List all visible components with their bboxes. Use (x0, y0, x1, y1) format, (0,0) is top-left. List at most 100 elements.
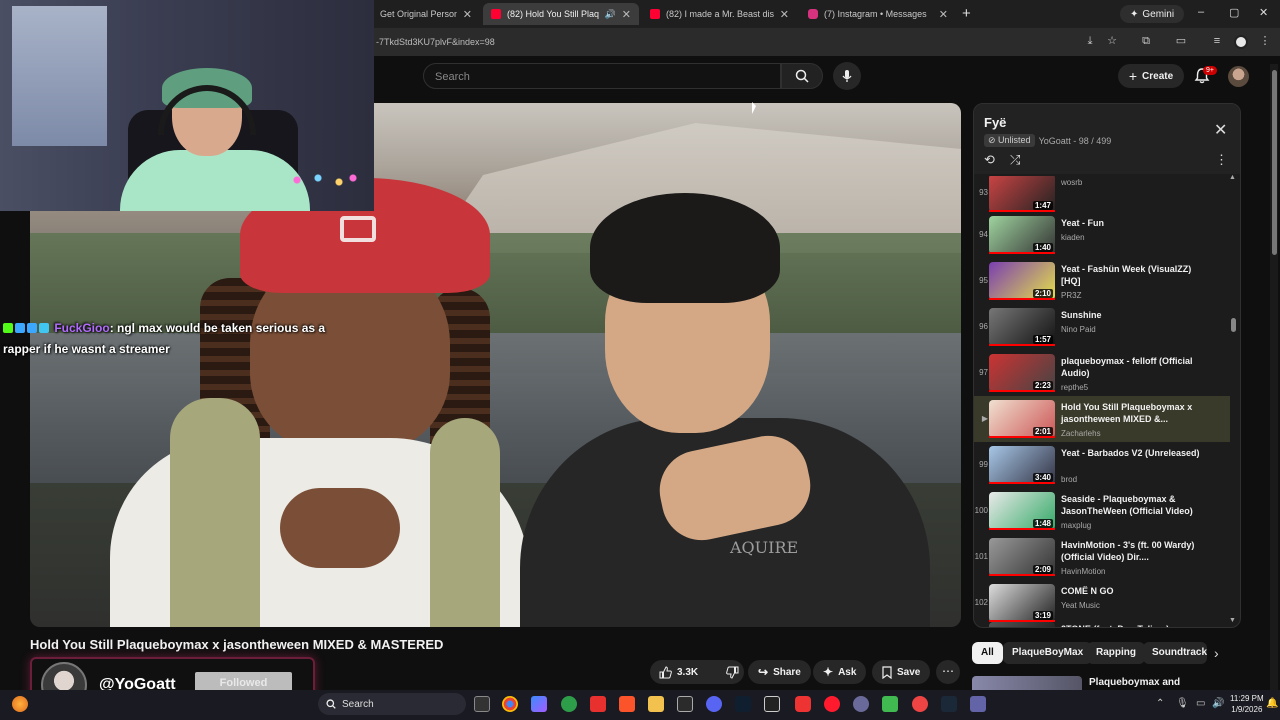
xbox-icon[interactable] (561, 696, 577, 712)
chevron-right-icon[interactable]: › (1214, 645, 1219, 661)
microphone-icon[interactable]: 🎙 (1176, 698, 1189, 709)
save-button[interactable]: Save (872, 660, 931, 684)
copilot-icon[interactable] (531, 696, 547, 712)
playlist-item[interactable]: ▶ 2:01 Hold You Still Plaqueboymax x jason… (974, 396, 1230, 442)
page-scrollbar-thumb[interactable] (1272, 70, 1277, 255)
discord-icon[interactable] (706, 696, 722, 712)
search-button[interactable] (781, 63, 823, 89)
tab-mr-beast-diss[interactable]: (82) I made a Mr. Beast diss tra ✕ (642, 3, 797, 25)
app-icon[interactable] (853, 696, 869, 712)
thumbs-down-icon (726, 666, 739, 679)
close-icon[interactable]: ✕ (780, 8, 789, 21)
app-icon[interactable] (735, 696, 751, 712)
playlist-item[interactable]: 99 3:40 Yeat - Barbados V2 (Unreleased) bro… (974, 442, 1230, 488)
more-actions-button[interactable]: ⋯ (936, 660, 960, 684)
close-window-button[interactable]: ✕ (1259, 6, 1268, 19)
network-icon[interactable]: ▭ (1196, 698, 1205, 709)
playlist-item-index: 101 (974, 552, 988, 561)
scroll-down-arrow-icon[interactable]: ▼ (1229, 617, 1236, 624)
more-vert-icon[interactable]: ⋮ (1215, 152, 1228, 168)
tab-instagram-messages[interactable]: (7) Instagram • Messages ✕ (800, 3, 956, 25)
playlist-item-thumbnail: 2:09 (989, 538, 1055, 576)
tab-hold-you-still[interactable]: (82) Hold You Still Plaqueb 🔊 ✕ (483, 3, 639, 25)
youtube-search-input[interactable]: Search (423, 63, 781, 89)
recommended-video[interactable]: Plaqueboymax and (972, 676, 1240, 690)
chip-soundtracks[interactable]: Soundtracks (1143, 642, 1207, 664)
minimize-button[interactable]: – (1198, 6, 1204, 18)
duration-badge: 3:40 (1032, 473, 1053, 482)
playlist-item[interactable]: 93 1:47 wosrb (974, 176, 1230, 216)
playlist-title[interactable]: Fyë (984, 115, 1006, 130)
speaker-icon[interactable]: 🔊 (605, 9, 616, 20)
playlist-item[interactable]: 97 2:23 plaqueboymax - felloff (Official A… (974, 350, 1230, 396)
task-view-icon[interactable] (474, 696, 490, 712)
app-icon[interactable] (677, 696, 693, 712)
new-tab-button[interactable]: + (962, 5, 971, 22)
sidebar-icon[interactable]: ▭ (1174, 34, 1188, 48)
streamer-webcam (0, 0, 374, 211)
taskbar-clock[interactable]: 11:29 PM 1/9/2026 (1230, 693, 1264, 715)
chevron-up-icon[interactable]: ⌃ (1156, 698, 1164, 709)
file-explorer-icon[interactable] (648, 696, 664, 712)
chip-plaqueboymax[interactable]: PlaqueBoyMax (1003, 642, 1093, 664)
chip-all[interactable]: All (972, 642, 1003, 664)
playlist-owner-progress[interactable]: YoGoatt - 98 / 499 (1039, 136, 1112, 146)
playlist-scrollbar-thumb[interactable] (1231, 318, 1236, 332)
volume-icon[interactable]: 🔊 (1212, 698, 1224, 709)
playlist-item-thumbnail: 1:57 (989, 308, 1055, 346)
shirt-logo: AQUIRE (730, 538, 799, 557)
watched-progress-bar (989, 298, 1055, 300)
address-bar-url[interactable]: -7TkdStd3KU7plvF&index=98 (376, 37, 495, 47)
app-icon[interactable] (590, 696, 606, 712)
playlist-item-channel: wosrb (1061, 178, 1083, 187)
chip-rapping[interactable]: Rapping (1087, 642, 1145, 664)
playlist-item[interactable]: 1032TONE (feat. Don Toliver) (974, 618, 1230, 627)
bookmark-star-icon[interactable]: ☆ (1105, 34, 1119, 48)
playlist-item[interactable]: 94 1:40 Yeat - Fun kiaden (974, 212, 1230, 258)
playlist-item-thumbnail: 2:01 (989, 400, 1055, 438)
like-button[interactable]: 3.3K (650, 660, 707, 684)
gemini-button[interactable]: ✦ Gemini (1120, 5, 1185, 23)
tab-personal-bio[interactable]: Get Original Personal Bi ✕ (372, 3, 480, 25)
app-icon[interactable] (795, 696, 811, 712)
app-icon[interactable] (912, 696, 928, 712)
taskbar-search[interactable]: Search (318, 693, 466, 715)
playlist-item[interactable]: 96 1:57 Sunshine Nino Paid (974, 304, 1230, 350)
weather-icon[interactable] (12, 696, 28, 712)
maximize-button[interactable]: ▢ (1229, 6, 1239, 19)
dislike-button[interactable] (717, 660, 748, 684)
badge-icon (39, 322, 49, 333)
close-icon[interactable]: ✕ (622, 8, 631, 21)
shuffle-icon[interactable]: ⤮ (1010, 152, 1020, 168)
teams-icon[interactable] (970, 696, 986, 712)
account-avatar[interactable] (1228, 66, 1249, 87)
voice-search-button[interactable] (833, 62, 861, 90)
chrome-icon[interactable] (502, 696, 518, 712)
opera-icon[interactable] (824, 696, 840, 712)
media-controls-icon[interactable]: ≡ (1210, 34, 1224, 48)
scroll-up-arrow-icon[interactable]: ▲ (1229, 174, 1236, 181)
brave-icon[interactable] (619, 696, 635, 712)
playlist-item-channel: Nino Paid (1061, 325, 1096, 334)
create-button[interactable]: + Create (1118, 64, 1184, 88)
playlist-item[interactable]: 101 2:09 HavinMotion - 3's (ft. 00 Wardy) … (974, 534, 1230, 580)
install-app-icon[interactable]: ⤓ (1083, 34, 1097, 48)
browser-menu-icon[interactable]: ⋮ (1258, 34, 1272, 48)
playlist-item-index: ▶ (981, 414, 988, 423)
app-icon[interactable] (764, 696, 780, 712)
clock-time: 11:29 PM (1230, 694, 1264, 703)
notification-bell-icon[interactable]: 🔔 (1266, 698, 1278, 709)
extensions-icon[interactable]: ⧉ (1139, 34, 1153, 48)
close-icon[interactable]: ✕ (939, 8, 948, 21)
playlist-item-channel: Zacharlehs (1061, 429, 1101, 438)
ask-button[interactable]: ✦ Ask (813, 660, 867, 684)
close-icon[interactable]: ✕ (1214, 120, 1227, 140)
loop-icon[interactable]: ⟲ (984, 152, 995, 168)
browser-profile-avatar[interactable] (1234, 35, 1248, 49)
app-icon[interactable] (882, 696, 898, 712)
playlist-item[interactable]: 100 1:48 Seaside - Plaqueboymax & JasonThe… (974, 488, 1230, 534)
playlist-item[interactable]: 95 2:10 Yeat - Fashün Week (VisualZZ) [HQ]… (974, 258, 1230, 304)
share-button[interactable]: ↪ Share (748, 660, 811, 684)
close-icon[interactable]: ✕ (463, 8, 472, 21)
steam-icon[interactable] (941, 696, 957, 712)
